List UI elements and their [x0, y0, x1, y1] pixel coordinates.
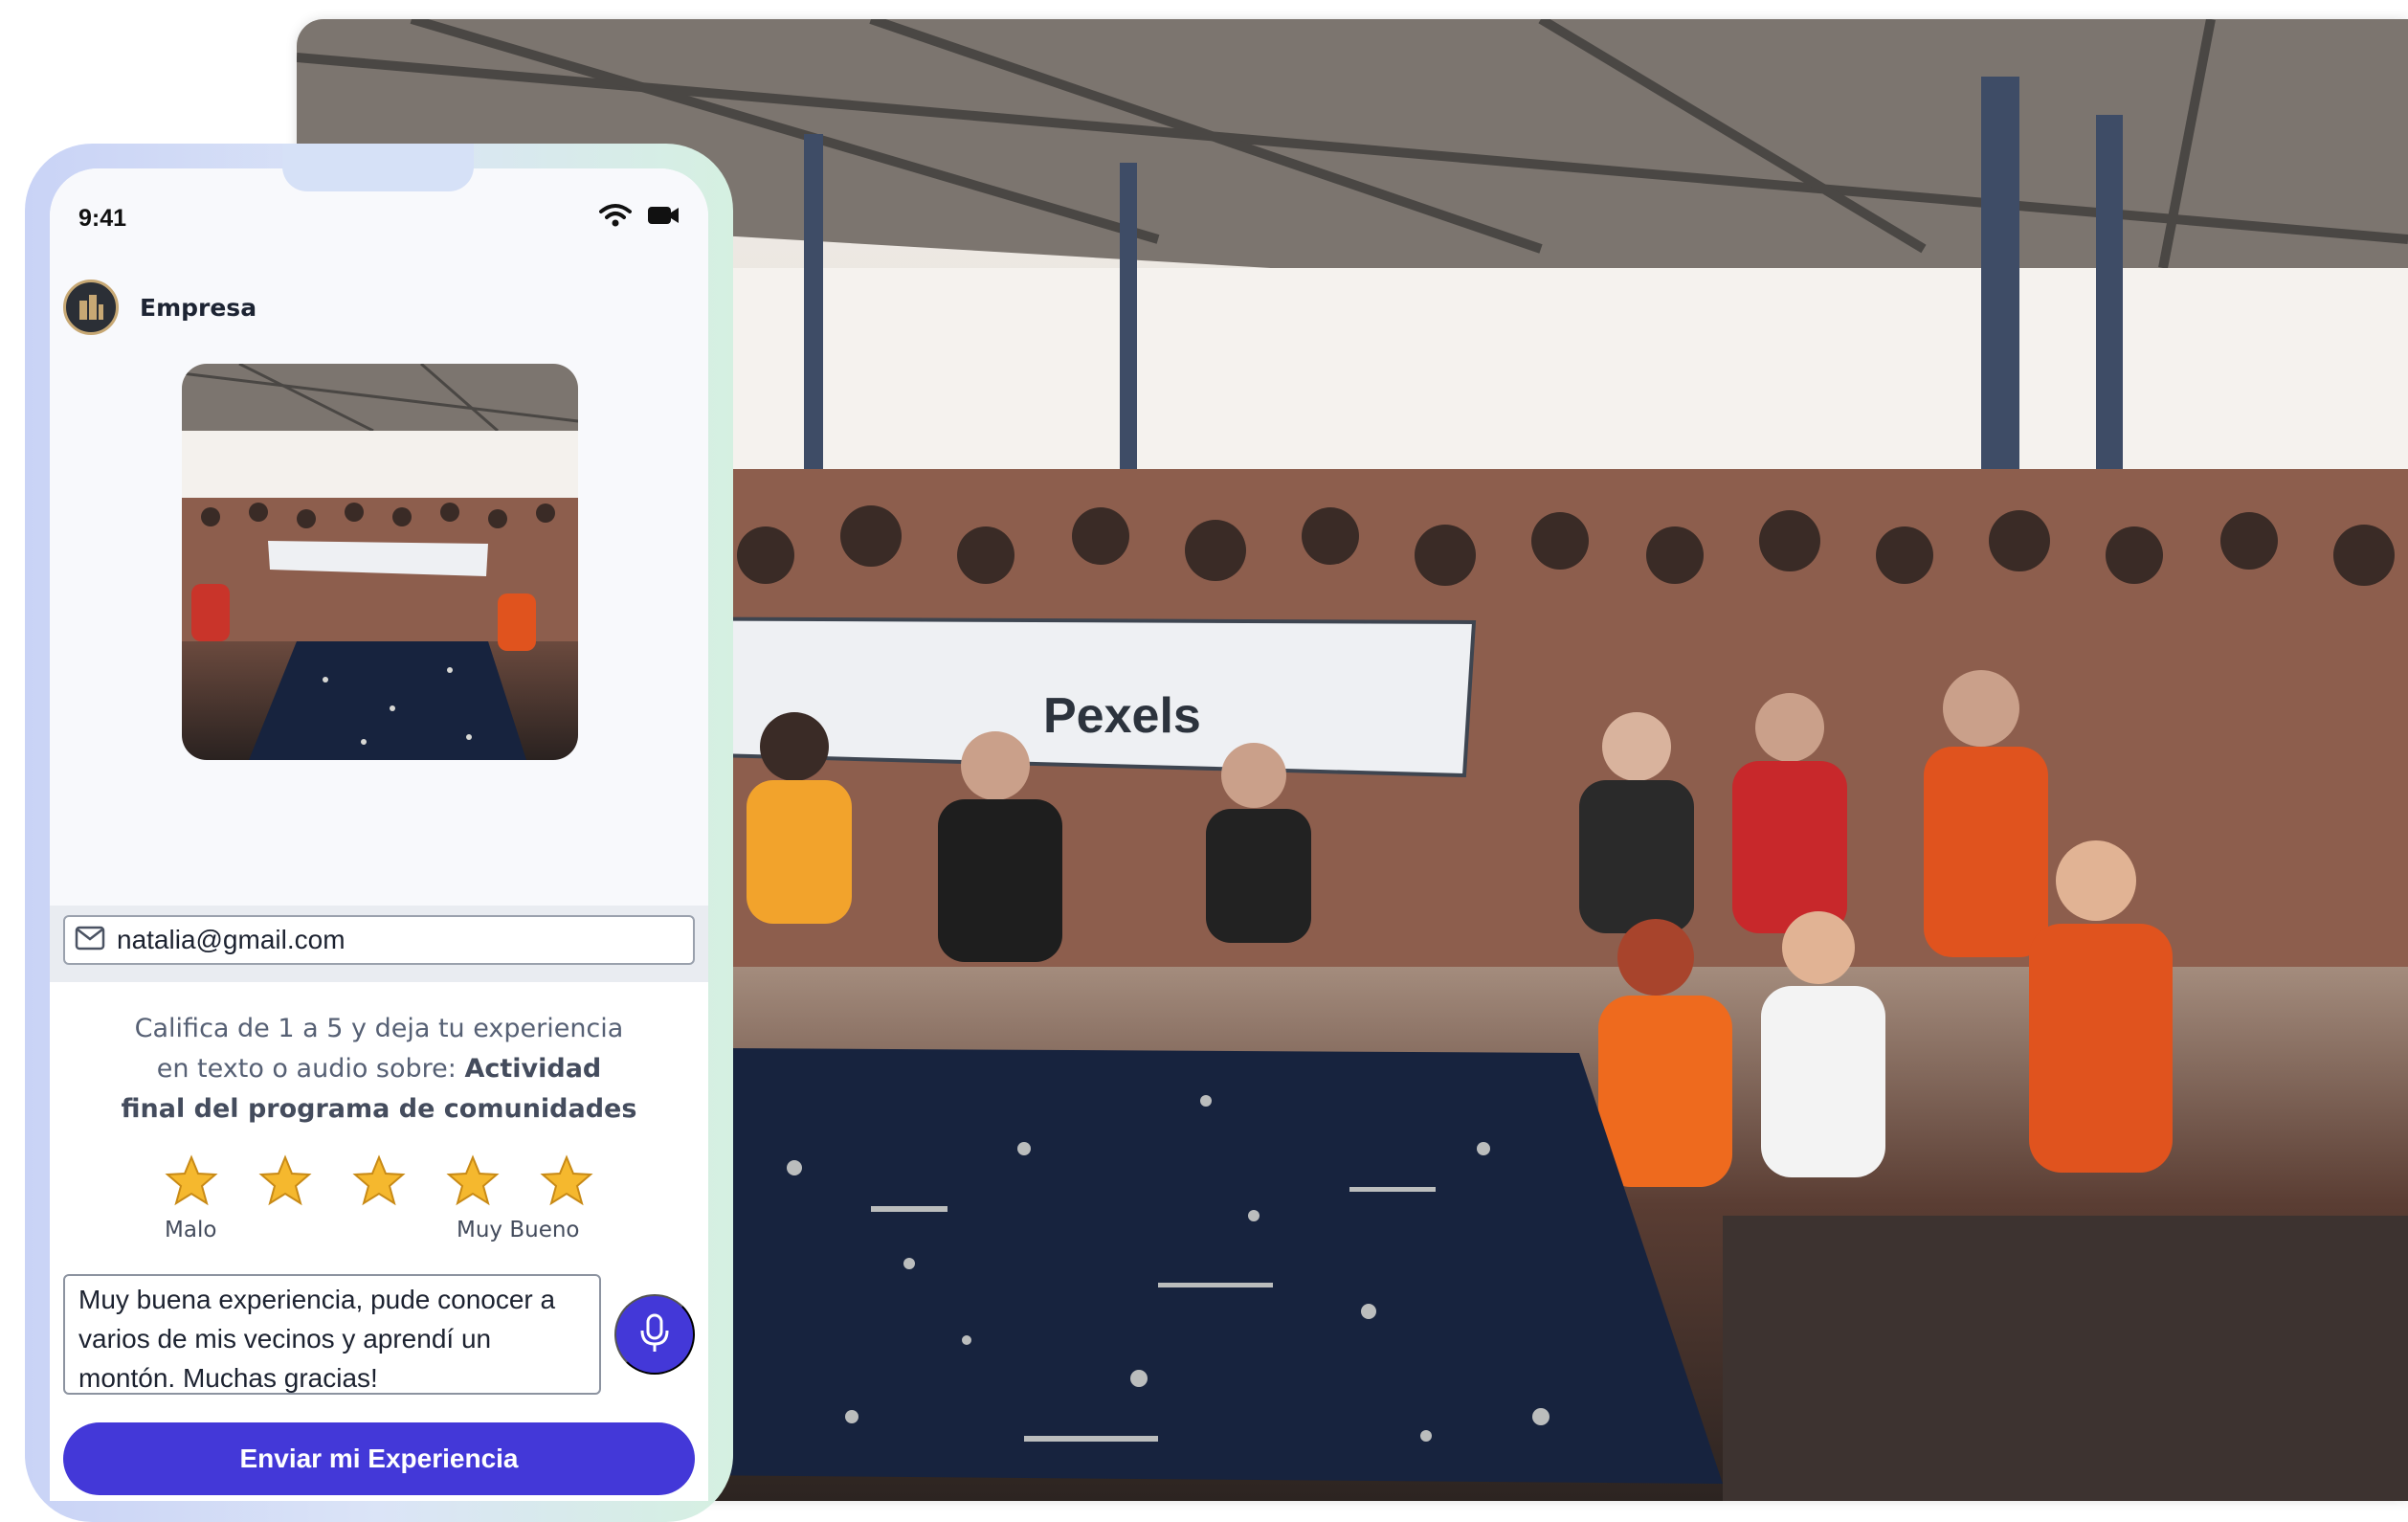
star-icon[interactable]: [446, 1154, 500, 1208]
star-icon[interactable]: [540, 1154, 593, 1208]
mail-icon: [75, 926, 105, 954]
microphone-icon: [638, 1313, 671, 1356]
record-audio-button[interactable]: [614, 1294, 695, 1375]
company-name: Empresa: [140, 293, 257, 322]
phone-notch: [282, 144, 474, 191]
company-header: Empresa: [63, 280, 256, 335]
prompt-line-2: en texto o audio sobre:: [156, 1054, 465, 1084]
feedback-textarea[interactable]: Muy buena experiencia, pude conocer a va…: [63, 1274, 601, 1395]
building-icon: [63, 280, 119, 335]
rating-prompt: Califica de 1 a 5 y deja tu experiencia …: [50, 1009, 708, 1130]
banner-text: Pexels: [1043, 688, 1201, 744]
event-thumbnail: [182, 364, 578, 760]
email-field[interactable]: natalia@gmail.com: [63, 915, 695, 965]
wifi-icon: [599, 203, 632, 232]
star-icon[interactable]: [258, 1154, 312, 1208]
submit-experience-button[interactable]: Enviar mi Experiencia: [63, 1422, 695, 1495]
rating-label-high: Muy Bueno: [457, 1218, 580, 1242]
phone-screen: 9:41 Empresa natalia@gmail.com Califica …: [50, 168, 708, 1501]
star-icon[interactable]: [165, 1154, 218, 1208]
screen-header-area: 9:41 Empresa: [50, 168, 708, 906]
status-time: 9:41: [78, 205, 127, 232]
rating-label-low: Malo: [165, 1218, 217, 1242]
star-icon[interactable]: [352, 1154, 406, 1208]
email-value: natalia@gmail.com: [117, 925, 346, 954]
star-rating: [165, 1154, 593, 1208]
status-icons: [599, 203, 680, 232]
prompt-activity-part-2: final del programa de comunidades: [121, 1094, 637, 1124]
email-bar: natalia@gmail.com: [50, 906, 708, 982]
prompt-activity-part-1: Actividad: [464, 1054, 602, 1084]
camera-icon: [647, 204, 680, 231]
prompt-line-1: Califica de 1 a 5 y deja tu experiencia: [134, 1014, 624, 1043]
